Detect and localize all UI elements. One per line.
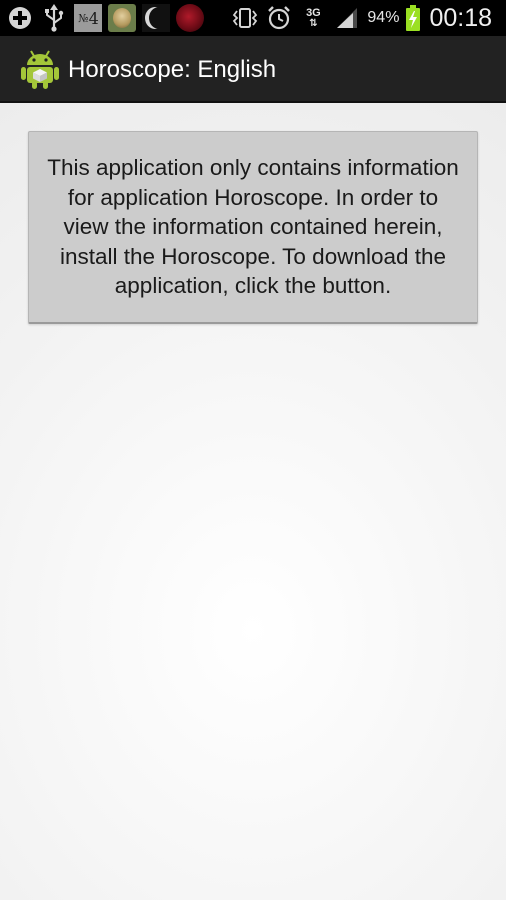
no4-icon: № 4 — [74, 4, 102, 32]
face-icon — [108, 4, 136, 32]
alarm-icon — [265, 4, 293, 32]
rose-icon — [176, 4, 204, 32]
android-icon[interactable] — [20, 48, 60, 90]
battery-percent: 94% — [367, 9, 400, 26]
download-info-button[interactable]: This application only contains informati… — [28, 131, 478, 324]
no4-digit: 4 — [88, 8, 99, 28]
clock: 00:18 — [429, 3, 492, 32]
add-icon — [6, 4, 34, 32]
app-title: Horoscope: English — [68, 56, 277, 83]
moon-icon — [142, 4, 170, 32]
battery-charging-icon — [405, 4, 421, 32]
signal-icon — [333, 4, 361, 32]
system-icons: 3G ⇅ 94% 00:18 — [231, 3, 492, 33]
no4-prefix: № — [78, 11, 88, 25]
vibrate-icon — [231, 4, 259, 32]
notification-icons: № 4 — [6, 3, 204, 33]
usb-icon — [40, 4, 68, 32]
download-info-text: This application only contains informati… — [47, 155, 459, 299]
network-type-icon: 3G ⇅ — [306, 6, 321, 29]
action-bar: Horoscope: English — [0, 36, 506, 103]
status-bar: № 4 3G ⇅ 94% 00:18 — [0, 0, 506, 36]
